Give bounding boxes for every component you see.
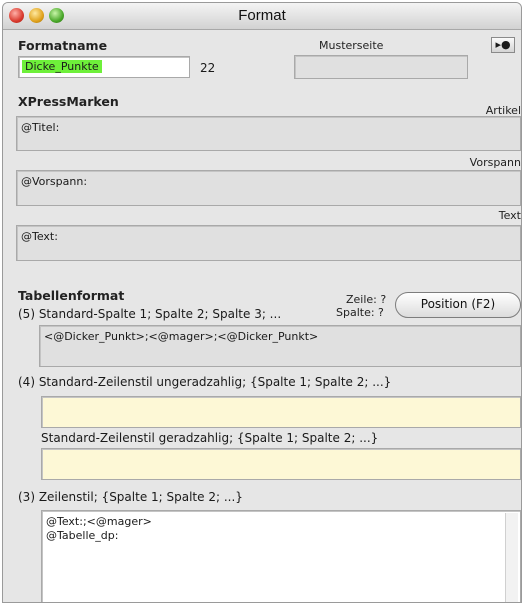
vorspann-label: Vorspann	[469, 156, 521, 169]
ungerade-field[interactable]	[41, 396, 521, 428]
text-field[interactable]: @Text:	[16, 225, 521, 261]
artikel-field[interactable]: @Titel:	[16, 116, 521, 151]
zeilenstil-scrollbar[interactable]	[505, 513, 518, 602]
musterseite-popup-button[interactable]: ▸●	[491, 37, 515, 53]
vorspann-value: @Vorspann:	[21, 175, 88, 188]
formatname-label: Formatname	[18, 38, 108, 53]
tabellen-heading: Tabellenformat	[18, 288, 125, 303]
standard-spalte-label: (5) Standard-Spalte 1; Spalte 2; Spalte …	[18, 307, 282, 321]
zeile-indicator: Zeile: ?	[346, 293, 387, 306]
standard-spalte-value: <@Dicker_Punkt>;<@mager>;<@Dicker_Punkt>	[44, 330, 319, 343]
gerade-label: Standard-Zeilenstil geradzahlig; {Spalte…	[41, 431, 379, 445]
formatname-count: 22	[200, 61, 216, 75]
text-value: @Text:	[21, 230, 58, 243]
window-title: Format	[238, 7, 286, 24]
text-label: Text	[498, 209, 521, 222]
zeilenstil-label: (3) Zeilenstil; {Spalte 1; Spalte 2; ...…	[18, 490, 243, 504]
gerade-field[interactable]	[41, 448, 521, 480]
title-bar[interactable]: Format	[3, 3, 521, 30]
ungerade-label: (4) Standard-Zeilenstil ungeradzahlig; {…	[18, 375, 392, 389]
vorspann-field[interactable]: @Vorspann:	[16, 170, 521, 206]
zeilenstil-field[interactable]: @Text:;<@mager> @Tabelle_dp:	[41, 510, 521, 602]
zeilenstil-line: @Text:;<@mager>	[46, 515, 152, 528]
zeilenstil-line: @Tabelle_dp:	[46, 529, 119, 542]
formatname-field[interactable]: Dicke_Punkte	[18, 56, 190, 78]
position-button[interactable]: Position (F2)	[395, 292, 521, 318]
format-window: Format Formatname Dicke_Punkte 22 Muster…	[2, 2, 522, 603]
artikel-value: @Titel:	[21, 121, 60, 134]
formatname-value: Dicke_Punkte	[22, 60, 102, 73]
standard-spalte-field[interactable]: <@Dicker_Punkt>;<@mager>;<@Dicker_Punkt>	[39, 325, 521, 367]
spalte-indicator: Spalte: ?	[336, 306, 384, 319]
xpress-heading: XPressMarken	[18, 94, 119, 109]
musterseite-field[interactable]	[294, 55, 468, 79]
musterseite-label: Musterseite	[319, 39, 384, 52]
